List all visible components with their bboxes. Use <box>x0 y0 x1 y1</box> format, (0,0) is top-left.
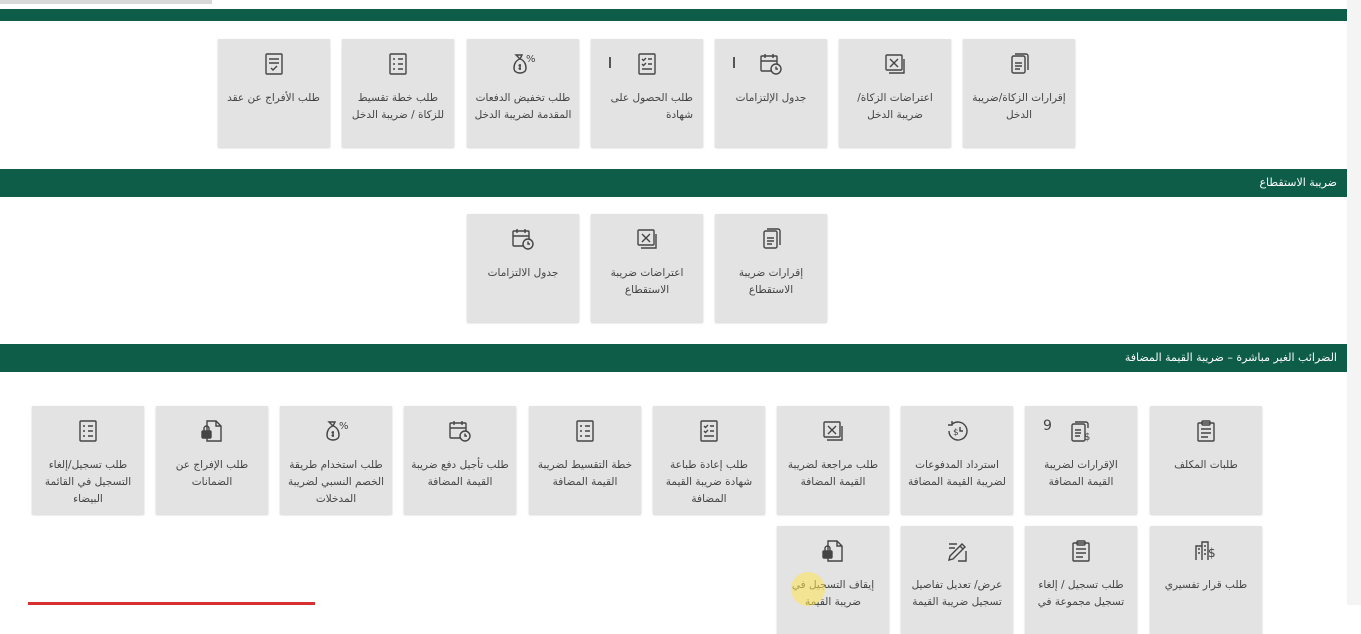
money-bag-percent-icon: % <box>467 51 579 77</box>
section-title: الضرائب الغير مباشرة – ضريبة القيمة المض… <box>1124 351 1337 364</box>
tile-vat-reprint-certificate[interactable]: طلب إعادة طباعة شهادة ضريبة القيمة المضا… <box>653 406 765 514</box>
svg-text:$: $ <box>1084 432 1090 443</box>
tile-zakat-obligations[interactable]: جدول الإلتزامات <box>715 39 827 147</box>
lock-document-icon <box>777 538 889 564</box>
section-indirect-vat: الضرائب الغير مباشرة – ضريبة القيمة المض… <box>0 344 1347 372</box>
x-box-icon <box>591 226 703 252</box>
section-deduction-tax: ضريبة الاستقطاع <box>0 169 1347 197</box>
tile-vat-proportional-deduction[interactable]: % طلب استخدام طريقة الخصم النسبي لضريبة … <box>280 406 392 514</box>
clipboard-icon <box>1025 538 1137 564</box>
list-icon <box>32 418 144 444</box>
tile-label: طلب خطة تقسيط للزكاة / ضريبة الدخل <box>351 92 445 121</box>
document-icon <box>715 226 827 252</box>
checklist-icon <box>653 418 765 444</box>
checklist-icon <box>591 51 703 77</box>
tile-label: الإقرارات لضريبة القيمة المضافة <box>1044 459 1118 488</box>
tile-label: عرض/ تعديل تفاصيل تسجيل ضريبة القيمة <box>911 579 1003 608</box>
mouse-cursor-highlight <box>791 572 825 606</box>
svg-text:$: $ <box>1208 546 1216 560</box>
document-icon <box>963 51 1075 77</box>
section-title: ضريبة الاستقطاع <box>1259 176 1337 189</box>
tile-label: جدول الإلتزامات <box>735 92 807 104</box>
tile-contract-release[interactable]: طلب الأفراج عن عقد <box>218 39 330 147</box>
tile-zakat-objections[interactable]: اعتراضات الزكاة/ ضريبة الدخل <box>839 39 951 147</box>
tile-zakat-installment-plan[interactable]: طلب خطة تقسيط للزكاة / ضريبة الدخل <box>342 39 454 147</box>
x-box-icon <box>777 418 889 444</box>
tile-label: طلب الإفراج عن الضمانات <box>175 459 249 488</box>
calendar-clock-icon <box>715 51 827 77</box>
tile-vat-payment-deferral[interactable]: طلب تأجيل دفع ضريبة القيمة المضافة <box>404 406 516 514</box>
scroll-shadow <box>0 0 212 4</box>
tile-label: طلب مراجعة لضريبة القيمة المضافة <box>787 459 879 488</box>
building-dollar-icon: $ <box>1150 538 1262 564</box>
money-bag-percent-icon: % <box>280 418 392 444</box>
tile-zakat-certificate[interactable]: طلب الحصول على شهادة <box>591 39 703 147</box>
tile-label: اعتراضات ضريبة الاستقطاع <box>610 267 684 296</box>
tile-label: إقرارات ضريبة الاستقطاع <box>738 267 804 296</box>
tile-vat-edit-registration[interactable]: عرض/ تعديل تفاصيل تسجيل ضريبة القيمة <box>901 526 1013 634</box>
zakat-section-bar <box>0 9 1347 21</box>
tile-label: استرداد المدفوعات لضريبة القيمة المضافة <box>908 459 1006 488</box>
calendar-clock-icon <box>404 418 516 444</box>
tile-vat-installment-plan[interactable]: خطة التقسيط لضريبة القيمة المضافة <box>529 406 641 514</box>
tile-label: طلب إعادة طباعة شهادة ضريبة القيمة المضا… <box>665 459 753 505</box>
x-box-icon <box>839 51 951 77</box>
tile-label: طلب الأفراج عن عقد <box>227 92 320 104</box>
calendar-clock-icon <box>467 226 579 252</box>
tile-vat-review[interactable]: طلب مراجعة لضريبة القيمة المضافة <box>777 406 889 514</box>
tile-vat-group-registration[interactable]: طلب تسجيل / إلغاء تسجيل مجموعة في <box>1025 526 1137 634</box>
edit-document-icon <box>901 538 1013 564</box>
clipboard-icon <box>1150 418 1262 444</box>
tile-label: اعتراضات الزكاة/ ضريبة الدخل <box>857 92 933 121</box>
tile-taxpayer-requests[interactable]: طلبات المكلف <box>1150 406 1262 514</box>
svg-text:%: % <box>526 54 536 65</box>
tile-deduction-obligations[interactable]: جدول الالتزامات <box>467 214 579 322</box>
tile-label: طلب قرار تفسيري <box>1164 579 1248 591</box>
tile-vat-guarantee-release[interactable]: طلب الإفراج عن الضمانات <box>156 406 268 514</box>
tile-vat-whitelist-registration[interactable]: طلب تسجيل/إلغاء التسجيل في القائمة البيض… <box>32 406 144 514</box>
svg-text:%: % <box>339 421 349 432</box>
tile-label: خطة التقسيط لضريبة القيمة المضافة <box>537 459 633 488</box>
scrollbar[interactable] <box>1347 0 1361 605</box>
document-dollar-icon: $ <box>1025 418 1137 444</box>
tile-deduction-returns[interactable]: إقرارات ضريبة الاستقطاع <box>715 214 827 322</box>
list-icon <box>529 418 641 444</box>
tile-vat-returns[interactable]: 9 $ الإقرارات لضريبة القيمة المضافة <box>1025 406 1137 514</box>
tile-zakat-advance-reduction[interactable]: % طلب تخفيض الدفعات المقدمة لضريبة الدخل <box>467 39 579 147</box>
tile-label: طلب تسجيل / إلغاء تسجيل مجموعة في <box>1037 579 1125 608</box>
tile-label: إقرارات الزكاة/ضريبة الدخل <box>972 92 1066 121</box>
check-document-icon <box>218 51 330 77</box>
tile-deduction-objections[interactable]: اعتراضات ضريبة الاستقطاع <box>591 214 703 322</box>
tile-label: طلب تسجيل/إلغاء التسجيل في القائمة البيض… <box>44 459 132 505</box>
list-icon <box>342 51 454 77</box>
tile-label: طلب استخدام طريقة الخصم النسبي لضريبة ال… <box>287 459 385 505</box>
tile-label: طلب تخفيض الدفعات المقدمة لضريبة الدخل <box>474 92 572 121</box>
svg-text:$: $ <box>953 428 959 438</box>
refund-clock-icon: $ <box>901 418 1013 444</box>
tile-label: طلبات المكلف <box>1174 459 1238 471</box>
tile-vat-interpretive-ruling[interactable]: $ طلب قرار تفسيري <box>1150 526 1262 634</box>
tile-vat-refund[interactable]: $ استرداد المدفوعات لضريبة القيمة المضاف… <box>901 406 1013 514</box>
tile-label: طلب تأجيل دفع ضريبة القيمة المضافة <box>411 459 509 488</box>
tile-label: جدول الالتزامات <box>487 267 559 279</box>
tile-label: طلب الحصول على شهادة <box>610 92 693 121</box>
tile-zakat-returns[interactable]: إقرارات الزكاة/ضريبة الدخل <box>963 39 1075 147</box>
lock-document-icon <box>156 418 268 444</box>
